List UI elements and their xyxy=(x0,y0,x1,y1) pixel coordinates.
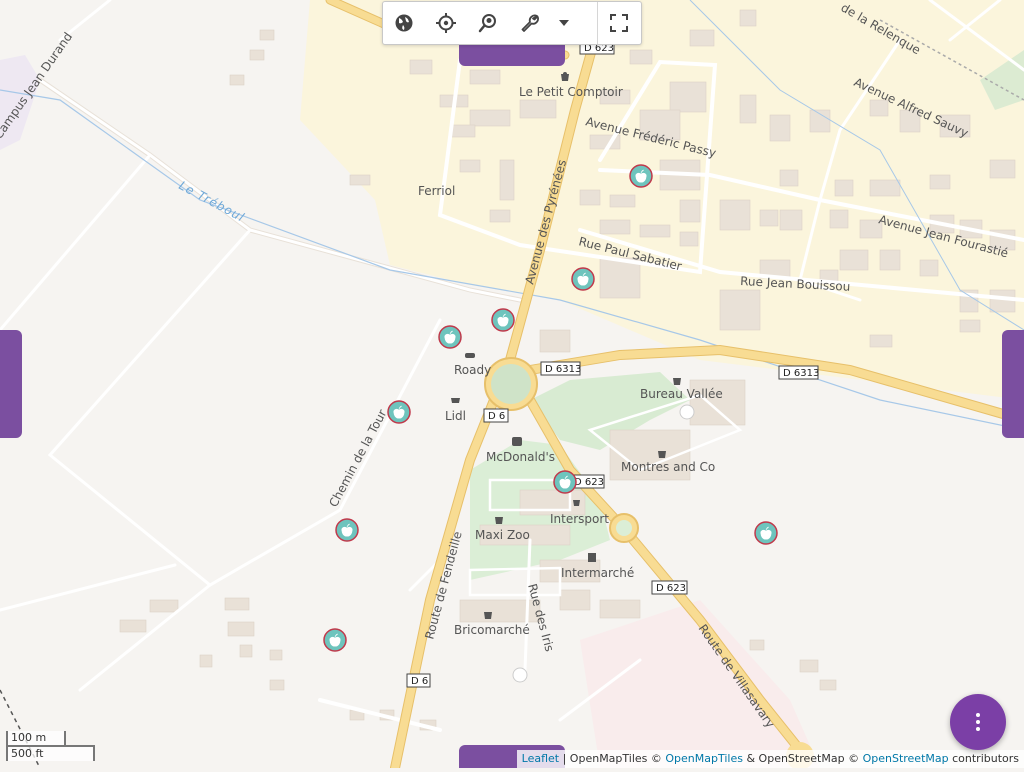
map-view[interactable]: Le Tréboul Campus Jean Durand Avenue des… xyxy=(0,0,1024,772)
svg-text:D 6313: D 6313 xyxy=(545,364,581,375)
svg-text:D 6313: D 6313 xyxy=(783,368,819,379)
search-location-icon xyxy=(478,14,496,33)
place-label-intersport: Intersport xyxy=(550,512,609,526)
road-shield-d6-bottom: D 6 xyxy=(406,673,431,688)
shop-icon xyxy=(495,517,503,524)
fullscreen-button[interactable] xyxy=(598,2,640,44)
attribution-text: contributors xyxy=(948,752,1019,765)
place-label-bricomarche: Bricomarché xyxy=(454,623,530,637)
openmaptiles-link[interactable]: OpenMapTiles xyxy=(665,752,743,765)
map-marker[interactable] xyxy=(438,325,462,349)
place-label-intermarche: Intermarché xyxy=(561,566,634,580)
map-canvas[interactable]: Le Tréboul Campus Jean Durand Avenue des… xyxy=(0,0,1024,772)
road-shield-d6313-right: D 6313 xyxy=(778,365,819,380)
place-label-le-petit-comptoir: Le Petit Comptoir xyxy=(519,85,623,99)
svg-text:D 623: D 623 xyxy=(574,477,604,488)
crosshair-icon xyxy=(436,13,456,33)
place-label-maxi-zoo: Maxi Zoo xyxy=(475,528,530,542)
wrench-icon xyxy=(521,14,539,32)
place-label-montres-et-co: Montres and Co xyxy=(621,460,715,474)
road-shield-d623-lower: D 623 xyxy=(651,580,688,595)
map-marker[interactable] xyxy=(335,518,359,542)
fullscreen-icon xyxy=(610,14,628,32)
svg-text:D 6: D 6 xyxy=(411,676,428,687)
attribution-text: | OpenMapTiles © xyxy=(559,752,666,765)
place-label-lidl: Lidl xyxy=(445,409,466,423)
shop-icon xyxy=(658,451,666,458)
map-marker[interactable] xyxy=(571,267,595,291)
road-shield-d6-top: D 6 xyxy=(483,408,509,423)
tools-dropdown-button[interactable] xyxy=(551,2,577,44)
map-marker[interactable] xyxy=(387,400,411,424)
svg-text:D 623: D 623 xyxy=(656,583,686,594)
attribution: Leaflet | OpenMapTiles © OpenMapTiles & … xyxy=(516,750,1024,768)
search-location-button[interactable] xyxy=(467,2,509,44)
map-marker[interactable] xyxy=(629,164,653,188)
scale-imperial: 500 ft xyxy=(6,745,95,761)
map-marker[interactable] xyxy=(754,521,778,545)
map-marker[interactable] xyxy=(491,308,515,332)
left-panel-tab[interactable] xyxy=(0,330,22,438)
shop-icon xyxy=(673,378,681,385)
fuel-icon xyxy=(588,553,596,562)
shop-icon xyxy=(484,612,492,619)
map-toolbar xyxy=(382,1,642,45)
svg-text:D 6: D 6 xyxy=(488,411,505,422)
more-vertical-icon xyxy=(976,713,980,731)
fast-food-icon xyxy=(512,437,522,446)
scale-bar: 100 m 500 ft xyxy=(6,731,95,761)
map-marker[interactable] xyxy=(553,470,577,494)
more-options-button[interactable] xyxy=(950,694,1006,750)
map-marker[interactable] xyxy=(323,628,347,652)
layers-button[interactable] xyxy=(383,2,425,44)
place-label-roady: Roady xyxy=(454,363,491,377)
cart-icon xyxy=(451,398,460,403)
right-panel-tab[interactable] xyxy=(1002,330,1024,438)
openstreetmap-link[interactable]: OpenStreetMap xyxy=(863,752,949,765)
place-label-bureau-vallee: Bureau Vallée xyxy=(640,387,723,401)
attribution-text: & OpenStreetMap © xyxy=(742,752,863,765)
road-shield-d6313-left: D 6313 xyxy=(540,361,581,376)
locate-button[interactable] xyxy=(425,2,467,44)
caret-down-icon xyxy=(559,20,569,26)
leaflet-link[interactable]: Leaflet xyxy=(522,752,559,765)
shop-icon xyxy=(573,500,580,506)
globe-icon xyxy=(395,14,413,32)
place-label-mcdonalds: McDonald's xyxy=(486,450,555,464)
tools-button[interactable] xyxy=(509,2,551,44)
place-label-ferriol: Ferriol xyxy=(418,184,455,198)
car-icon xyxy=(465,353,475,358)
